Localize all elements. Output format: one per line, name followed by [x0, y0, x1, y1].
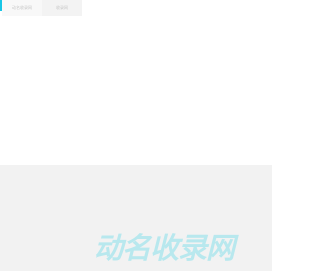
- brand-logo-text: 动名收录网: [94, 233, 235, 263]
- brand-logo: 动名收录网: [94, 233, 247, 263]
- tab-item-1-label: 动名收录网: [12, 5, 32, 10]
- main-content-area: [0, 17, 272, 165]
- tab-item-2[interactable]: 收录网: [42, 0, 82, 16]
- tab-bar: 动名收录网 收录网: [0, 0, 272, 18]
- tab-item-2-label: 收录网: [56, 5, 68, 10]
- tab-item-1[interactable]: 动名收录网: [2, 0, 42, 16]
